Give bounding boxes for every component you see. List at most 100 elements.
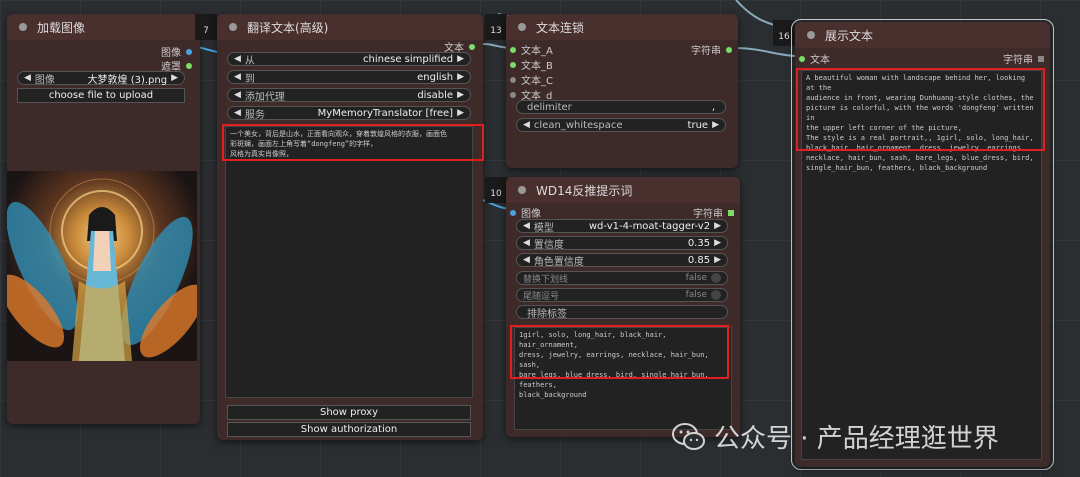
slot-label: 图像 [161, 48, 181, 59]
clean-whitespace-widget[interactable]: ◀ clean_whitespace true ▶ [516, 118, 726, 132]
slot-label: 字符串 [691, 46, 721, 57]
output-slot-string[interactable]: 字符串 [693, 205, 734, 220]
node-id-badge: 10 [485, 177, 507, 203]
arrow-right-icon[interactable]: ▶ [457, 54, 464, 64]
node-title-bar[interactable]: WD14反推提示词 [506, 177, 740, 203]
widget-value: wd-v1-4-moat-tagger-v2 [588, 220, 711, 232]
toggle-knob[interactable] [711, 273, 721, 283]
source-text-area[interactable]: 一个美女，背后是山水，正面看向观众，穿着敦煌风格的衣服，画面色 彩斑斓，画面左上… [225, 126, 473, 398]
collapse-dot[interactable] [807, 31, 815, 39]
highlight-box-source [222, 124, 484, 161]
arrow-right-icon[interactable]: ▶ [714, 238, 721, 248]
widget-label: 图像 [34, 74, 55, 86]
widget-label: 服务 [244, 109, 265, 121]
watermark-text: 公众号 · 产品经理逛世界 [714, 424, 999, 454]
output-slot-image[interactable]: 图像 [161, 44, 192, 59]
widget-value: disable [417, 89, 454, 101]
slot-square[interactable] [1038, 55, 1044, 62]
output-slot-string[interactable]: 字符串 [691, 42, 732, 57]
proxy-widget[interactable]: ◀ 添加代理 disable ▶ [227, 88, 471, 103]
arrow-right-icon[interactable]: ▶ [457, 90, 464, 100]
collapse-dot[interactable] [19, 23, 27, 31]
arrow-right-icon[interactable]: ▶ [457, 108, 464, 118]
arrow-left-icon[interactable]: ◀ [523, 120, 530, 130]
model-widget[interactable]: ◀ 模型 wd-v1-4-moat-tagger-v2 ▶ [516, 219, 728, 234]
text-concat-node[interactable]: 文本连锁 文本_A 文本_B 文本_C 文本_d 字符串 delimiter ,… [506, 14, 738, 168]
node-title: WD14反推提示词 [536, 183, 633, 198]
character-threshold-widget[interactable]: ◀ 角色置信度 0.85 ▶ [516, 253, 728, 268]
arrow-right-icon[interactable]: ▶ [714, 221, 721, 231]
node-id-badge: 7 [195, 14, 217, 40]
node-title-bar[interactable]: 翻译文本(高级) [217, 14, 483, 40]
to-language-widget[interactable]: ◀ 到 english ▶ [227, 70, 471, 85]
slot-dot[interactable] [186, 62, 192, 69]
slot-dot[interactable] [186, 48, 192, 55]
trailing-comma-toggle[interactable]: 尾随逗号 false [516, 288, 728, 302]
show-authorization-button[interactable]: Show authorization [227, 422, 471, 437]
arrow-right-icon[interactable]: ▶ [714, 255, 721, 265]
input-slot-a[interactable]: 文本_A [510, 42, 553, 57]
collapse-dot[interactable] [518, 186, 526, 194]
slot-dot[interactable] [469, 43, 475, 50]
node-graph-canvas[interactable]: 加载图像 图像 遮罩 ◀ 图像 大梦敦煌 (3).png ▶ choose fi… [0, 0, 1080, 477]
arrow-left-icon[interactable]: ◀ [24, 73, 31, 83]
collapse-dot[interactable] [518, 23, 526, 31]
slot-dot[interactable] [510, 91, 516, 98]
widget-value: english [417, 71, 454, 83]
widget-label: 置信度 [533, 239, 564, 251]
node-title: 展示文本 [825, 28, 874, 43]
arrow-right-icon[interactable]: ▶ [457, 72, 464, 82]
node-title-bar[interactable]: 展示文本 [795, 22, 1050, 48]
slot-dot[interactable] [510, 61, 516, 68]
input-slot-c[interactable]: 文本_C [510, 72, 553, 87]
slot-label: 文本_B [521, 61, 553, 72]
widget-value: , [711, 101, 715, 113]
node-id: 16 [778, 32, 790, 42]
exclude-tags-field[interactable]: 排除标签 [516, 305, 728, 320]
widget-value: 0.85 [687, 254, 711, 266]
slot-dot[interactable] [510, 46, 516, 53]
arrow-left-icon[interactable]: ◀ [234, 90, 241, 100]
widget-label: delimiter [527, 101, 572, 113]
arrow-right-icon[interactable]: ▶ [171, 73, 178, 83]
arrow-left-icon[interactable]: ◀ [234, 108, 241, 118]
threshold-widget[interactable]: ◀ 置信度 0.35 ▶ [516, 236, 728, 251]
highlight-box-tags [510, 325, 729, 379]
watermark: 公众号 · 产品经理逛世界 [672, 418, 999, 455]
translate-node[interactable]: 翻译文本(高级) 文本 ◀ 从 chinese simplified ▶ ◀ 到… [217, 14, 483, 440]
arrow-left-icon[interactable]: ◀ [234, 72, 241, 82]
arrow-left-icon[interactable]: ◀ [523, 221, 530, 231]
show-proxy-button[interactable]: Show proxy [227, 405, 471, 420]
wd14-tagger-node[interactable]: WD14反推提示词 图像 字符串 ◀ 模型 wd-v1-4-moat-tagge… [506, 177, 740, 437]
slot-label: 文本_C [521, 76, 553, 87]
delimiter-field[interactable]: delimiter , [516, 100, 726, 114]
choose-file-button[interactable]: choose file to upload [17, 88, 185, 103]
arrow-left-icon[interactable]: ◀ [523, 238, 530, 248]
arrow-left-icon[interactable]: ◀ [234, 54, 241, 64]
arrow-left-icon[interactable]: ◀ [523, 255, 530, 265]
slot-dot[interactable] [510, 76, 516, 83]
widget-label: 模型 [533, 222, 554, 234]
collapse-dot[interactable] [229, 23, 237, 31]
widget-value: true [687, 119, 709, 131]
slot-square[interactable] [728, 209, 734, 216]
arrow-right-icon[interactable]: ▶ [712, 120, 719, 130]
from-language-widget[interactable]: ◀ 从 chinese simplified ▶ [227, 52, 471, 67]
load-image-node[interactable]: 加载图像 图像 遮罩 ◀ 图像 大梦敦煌 (3).png ▶ choose fi… [7, 14, 200, 424]
image-select-widget[interactable]: ◀ 图像 大梦敦煌 (3).png ▶ [17, 71, 185, 86]
toggle-knob[interactable] [711, 290, 721, 300]
output-slot-string[interactable]: 字符串 [1003, 51, 1044, 66]
input-slot-text[interactable]: 文本 [799, 51, 830, 66]
input-slot-b[interactable]: 文本_B [510, 57, 553, 72]
service-widget[interactable]: ◀ 服务 MyMemoryTranslator [free] ▶ [227, 106, 471, 121]
slot-dot[interactable] [799, 55, 805, 62]
node-title-bar[interactable]: 文本连锁 [506, 14, 738, 40]
widget-label: 到 [244, 73, 255, 85]
slot-dot[interactable] [510, 209, 516, 216]
node-title-bar[interactable]: 加载图像 [7, 14, 200, 40]
slot-dot[interactable] [726, 46, 732, 53]
portrait-illustration [7, 178, 197, 361]
replace-underscore-toggle[interactable]: 替换下划线 false [516, 271, 728, 285]
node-title: 文本连锁 [536, 20, 585, 35]
slot-label: 文本 [810, 55, 830, 66]
